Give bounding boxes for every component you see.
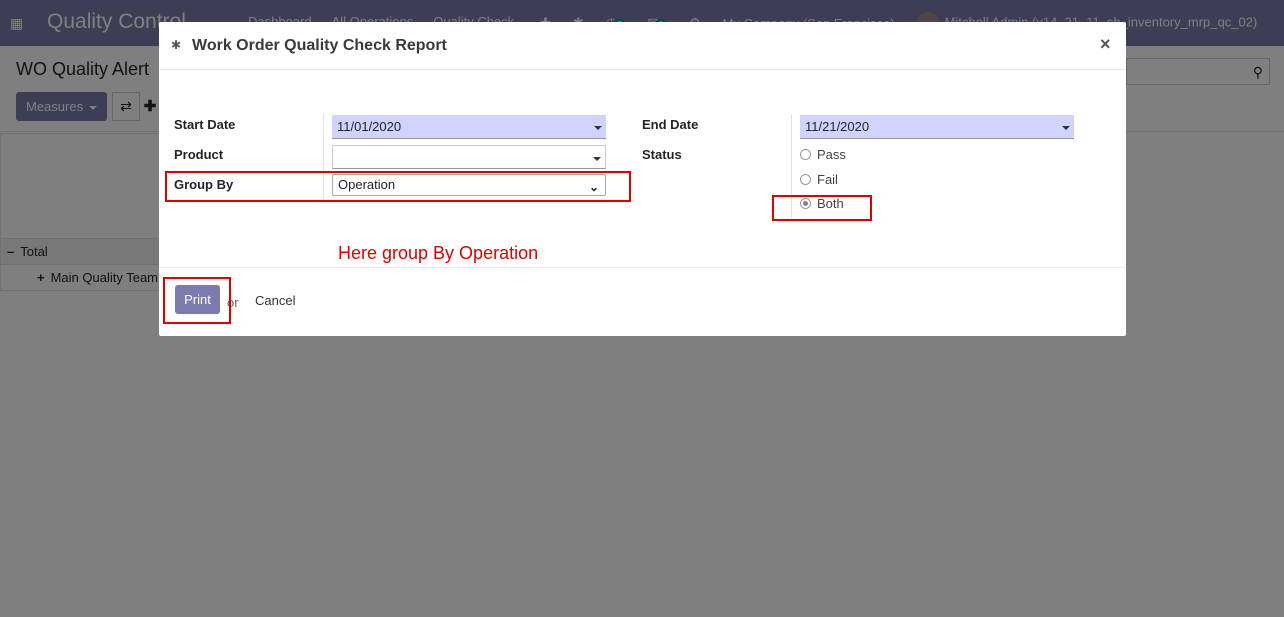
- dropdown-caret-icon: [593, 157, 601, 161]
- status-label: Status: [642, 147, 682, 162]
- close-icon[interactable]: ×: [1100, 34, 1111, 55]
- start-date-label: Start Date: [174, 117, 236, 132]
- dropdown-caret-icon: [1062, 126, 1070, 130]
- modal-title: Work Order Quality Check Report: [192, 37, 447, 54]
- end-date-field[interactable]: 11/21/2020: [800, 115, 1074, 139]
- dropdown-caret-icon: [594, 126, 602, 130]
- cancel-button[interactable]: Cancel: [255, 293, 295, 308]
- annotation-box-both: [772, 195, 872, 221]
- annotation-box-group-by: [165, 171, 631, 202]
- modal-header: ✱ Work Order Quality Check Report ×: [159, 22, 1126, 70]
- status-radio-fail[interactable]: Fail: [800, 172, 838, 187]
- bug-icon: ✱: [171, 38, 182, 52]
- quality-check-report-dialog: ✱ Work Order Quality Check Report × Star…: [159, 22, 1126, 336]
- radio-icon: [800, 174, 811, 185]
- radio-icon: [800, 149, 811, 160]
- modal-footer: Print or Cancel: [159, 267, 1126, 336]
- annotation-text: Here group By Operation: [338, 243, 539, 263]
- end-date-label: End Date: [642, 117, 699, 132]
- annotation-box-print: [163, 277, 231, 324]
- status-radio-pass[interactable]: Pass: [800, 147, 846, 162]
- product-field[interactable]: [332, 145, 606, 169]
- product-label: Product: [174, 147, 224, 162]
- start-date-field[interactable]: 11/01/2020: [332, 115, 606, 139]
